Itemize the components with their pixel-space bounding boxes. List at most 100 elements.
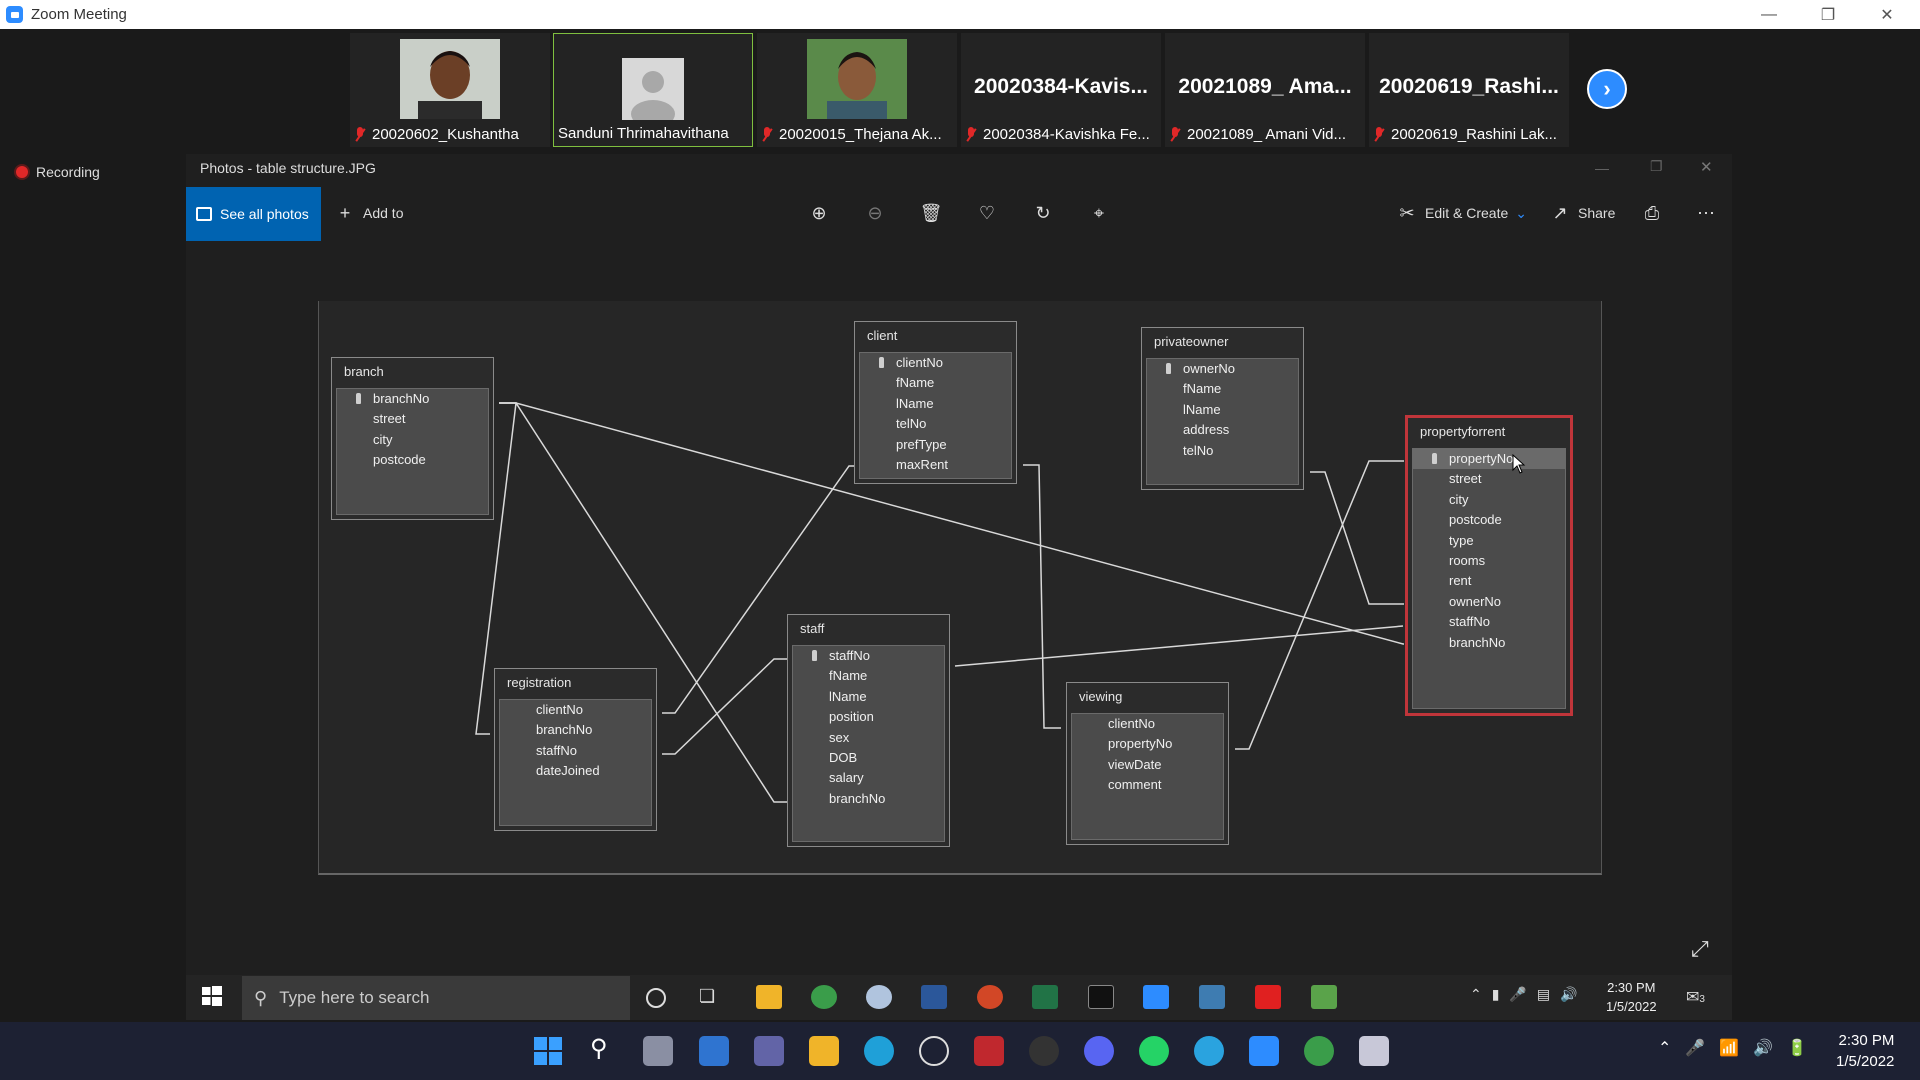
table-field: branchNo <box>793 789 944 809</box>
table-fields: clientNo fName lName telNo prefType maxRent <box>859 352 1012 479</box>
favorite-button[interactable]: ♡ <box>976 198 998 228</box>
field-name: branchNo <box>1449 634 1506 650</box>
participant-tile[interactable]: 20020619_Rashi... 20020619_Rashini Lak..… <box>1369 33 1569 147</box>
table-field: staffNo <box>793 646 944 666</box>
photos-close-button[interactable]: ✕ <box>1700 158 1713 176</box>
search-icon[interactable]: ⚲ <box>590 1034 608 1063</box>
primary-key-icon <box>356 393 361 404</box>
field-name: DOB <box>829 749 858 765</box>
mcafee-icon[interactable] <box>974 1036 1004 1066</box>
task-view-icon[interactable]: ❏ <box>699 986 715 1007</box>
photos-restore-button[interactable]: ❐ <box>1650 158 1663 175</box>
field-name: ownerNo <box>1449 593 1502 609</box>
see-all-photos-button[interactable]: See all photos <box>186 187 321 241</box>
powerpoint-icon[interactable] <box>977 985 1003 1009</box>
recording-indicator[interactable]: Recording <box>16 164 100 180</box>
rotate-button[interactable]: ↻ <box>1032 198 1054 228</box>
table-field: branchNo <box>1413 633 1565 653</box>
teams-icon[interactable] <box>754 1036 784 1066</box>
telegram-icon[interactable] <box>1194 1036 1224 1066</box>
zoom-title-bar: Zoom Meeting — ❐ ✕ <box>0 0 1920 29</box>
remote-system-tray-icons[interactable]: ⌃▮🎤▤🔊 <box>1470 986 1588 1003</box>
participant-tile[interactable]: 20020015_Thejana Ak... <box>757 33 957 147</box>
field-name: position <box>829 709 874 725</box>
excel-icon[interactable] <box>1032 985 1058 1009</box>
acrobat-icon[interactable] <box>1255 985 1281 1009</box>
table-fields: staffNo fName lName position sex DOB salary bra… <box>792 645 945 842</box>
file-explorer-icon[interactable] <box>756 985 782 1009</box>
restore-button[interactable]: ❐ <box>1805 0 1851 29</box>
more-options-button[interactable]: ⋯ <box>1695 198 1717 228</box>
zoom-in-button[interactable]: ⊕ <box>808 198 830 228</box>
remote-clock[interactable]: 2:30 PM 1/5/2022 <box>1606 978 1657 1016</box>
printer-icon: ⎙ <box>1644 202 1660 223</box>
table-propertyforrent: propertyforrent propertyNo street city postc… <box>1405 415 1573 716</box>
clock[interactable]: 2:30 PM 1/5/2022 <box>1836 1030 1894 1072</box>
whatsapp-icon[interactable] <box>1139 1036 1169 1066</box>
heart-icon: ♡ <box>978 202 996 223</box>
expand-icon[interactable]: ⤢ <box>1691 936 1709 962</box>
minimize-button[interactable]: — <box>1746 0 1792 29</box>
field-name: rooms <box>1449 552 1486 568</box>
search-icon: ⚲ <box>254 987 268 1008</box>
participant-tile[interactable]: 20021089_ Ama... 20021089_ Amani Vid... <box>1165 33 1365 147</box>
table-field: lName <box>793 687 944 707</box>
table-field: city <box>337 430 488 450</box>
terminal-icon[interactable] <box>1088 985 1114 1009</box>
start-icon[interactable] <box>534 1037 562 1070</box>
photos-app-icon[interactable] <box>1199 985 1225 1009</box>
zoom-icon[interactable] <box>1143 985 1169 1009</box>
field-name: clientNo <box>1108 716 1155 731</box>
mic-muted-icon <box>1373 127 1385 142</box>
primary-key-icon <box>879 357 884 368</box>
participant-tile-active-speaker[interactable]: Sanduni Thrimahavithana <box>553 33 753 147</box>
chevron-right-icon: › <box>1603 76 1611 101</box>
field-name: viewDate <box>1108 756 1162 772</box>
crop-icon: ⌖ <box>1093 202 1105 223</box>
cortana-icon[interactable] <box>646 988 666 1008</box>
rotate-icon: ↻ <box>1035 202 1051 223</box>
table-client: client clientNo fName lName telNo prefType max… <box>854 321 1017 484</box>
chrome-icon[interactable] <box>1304 1036 1334 1066</box>
field-name: staffNo <box>536 742 577 758</box>
dell-icon[interactable] <box>919 1036 949 1066</box>
table-registration: registration clientNo branchNo staffNo dateJ… <box>494 668 657 831</box>
zoom-out-button[interactable]: ⊖ <box>864 198 886 228</box>
app-icon[interactable] <box>866 985 892 1009</box>
participant-tile[interactable]: 20020384-Kavis... 20020384-Kavishka Fe..… <box>961 33 1161 147</box>
notification-icon[interactable]: ✉3 <box>1686 987 1705 1007</box>
word-icon[interactable] <box>921 985 947 1009</box>
field-name: fName <box>829 668 868 684</box>
discord-icon[interactable] <box>1084 1036 1114 1066</box>
share-button[interactable]: ↗ Share <box>1549 198 1615 228</box>
remote-search-box[interactable]: ⚲ Type here to search <box>242 976 630 1020</box>
photos-window-title: Photos - table structure.JPG <box>200 160 376 176</box>
snipping-tool-icon[interactable] <box>1359 1036 1389 1066</box>
add-to-button[interactable]: + Add to <box>334 198 404 228</box>
task-view-icon[interactable] <box>643 1036 673 1066</box>
crop-button[interactable]: ⌖ <box>1088 198 1110 228</box>
close-button[interactable]: ✕ <box>1864 0 1910 29</box>
table-field: salary <box>793 768 944 788</box>
next-participants-button[interactable]: › <box>1587 69 1627 109</box>
edit-create-button[interactable]: ✂ Edit & Create ⌄ <box>1396 198 1527 228</box>
table-name: client <box>867 328 898 343</box>
print-button[interactable]: ⎙ <box>1641 198 1663 228</box>
photos-minimize-button[interactable]: — <box>1595 160 1609 176</box>
field-name: telNo <box>896 416 927 432</box>
remote-start-icon[interactable] <box>202 986 222 1006</box>
delete-button[interactable]: 🗑 <box>919 198 943 228</box>
trash-icon: 🗑 <box>919 202 943 223</box>
participant-tile[interactable]: 20020602_Kushantha <box>350 33 550 147</box>
field-name: clientNo <box>536 702 583 717</box>
field-name: comment <box>1108 777 1162 793</box>
widgets-icon[interactable] <box>699 1036 729 1066</box>
chrome-icon[interactable] <box>811 985 837 1009</box>
notepad-icon[interactable] <box>1311 985 1337 1009</box>
field-name: branchNo <box>829 790 886 806</box>
file-explorer-icon[interactable] <box>809 1036 839 1066</box>
zoom-icon[interactable] <box>1249 1036 1279 1066</box>
system-tray-icons[interactable]: ⌃🎤📶🔊🔋 <box>1658 1038 1821 1058</box>
app-icon[interactable] <box>1029 1036 1059 1066</box>
edge-icon[interactable] <box>864 1036 894 1066</box>
